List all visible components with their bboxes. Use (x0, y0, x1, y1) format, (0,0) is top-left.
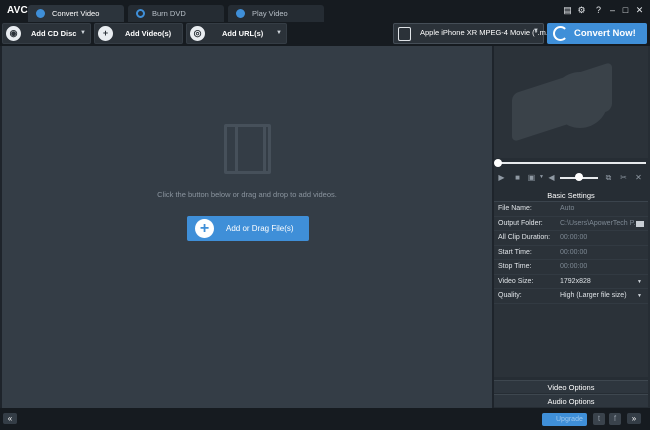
settings-title: Basic Settings (494, 189, 648, 202)
bottom-bar: « Upgrade t f » (0, 408, 650, 430)
tab-label: Burn DVD (152, 9, 186, 18)
maximize-button[interactable]: □ (620, 5, 631, 16)
setting-key: Start Time: (498, 248, 532, 256)
facebook-icon[interactable]: f (609, 413, 621, 425)
minimize-button[interactable]: – (607, 5, 618, 16)
play-icon[interactable]: ▶ (497, 173, 506, 182)
tab-label: Convert Video (52, 9, 100, 18)
tab-burn-dvd[interactable]: Burn DVD (128, 5, 224, 22)
audio-options-button[interactable]: Audio Options (494, 394, 648, 407)
chevron-down-icon[interactable]: ▼ (537, 173, 546, 182)
setting-row-quality[interactable]: Quality: High (Larger file size) ▼ (494, 289, 648, 304)
seek-handle[interactable] (494, 159, 502, 167)
setting-key: Output Folder: (498, 219, 543, 227)
film-icon (224, 124, 271, 174)
convert-icon (36, 9, 45, 18)
gear-icon[interactable]: ⚙ (576, 5, 587, 16)
drop-hint: Click the button below or drag and drop … (157, 190, 337, 199)
stop-icon[interactable]: ■ (513, 173, 522, 182)
seek-slider[interactable] (494, 159, 648, 167)
chevron-down-icon: ▼ (276, 30, 282, 36)
file-drop-area[interactable]: Click the button below or drag and drop … (2, 46, 492, 408)
convert-label: Convert Now! (574, 28, 636, 39)
setting-key: Video Size: (498, 277, 534, 285)
setting-value: 00:00:00 (560, 234, 588, 241)
toolbar: ◉ Add CD Disc ▼ + Add Video(s) ◎ Add URL… (0, 22, 650, 46)
setting-value: 1792x828 (560, 277, 591, 285)
add-files-button[interactable]: + Add or Drag File(s) (187, 216, 309, 241)
tab-label: Play Video (252, 9, 288, 18)
collapse-left-icon[interactable]: « (3, 413, 17, 424)
title-bar: AVC Convert Video Burn DVD Play Video ▤ … (0, 0, 650, 22)
volume-icon[interactable]: ◀ (547, 173, 556, 182)
video-options-button[interactable]: Video Options (494, 380, 648, 393)
add-url-label: Add URL(s) (222, 29, 264, 38)
film-reel-icon (552, 72, 608, 128)
setting-value: 00:00:00 (560, 263, 588, 270)
fullscreen-icon[interactable]: ⧉ (604, 173, 613, 182)
upgrade-button[interactable]: Upgrade (542, 413, 587, 426)
add-videos-label: Add Video(s) (125, 29, 172, 38)
add-cd-button[interactable]: ◉ Add CD Disc ▼ (2, 23, 91, 44)
basic-settings-panel: Basic Settings File Name: Auto Output Fo… (494, 189, 648, 377)
cd-icon: ◉ (6, 26, 21, 41)
snapshot-icon[interactable]: ▣ (527, 173, 536, 182)
setting-row-file-name: File Name: Auto (494, 202, 648, 217)
video-preview (494, 46, 648, 158)
chevron-down-icon[interactable]: ▼ (637, 289, 642, 304)
setting-row-start-time[interactable]: Start Time: 00:00:00 (494, 246, 648, 260)
cut-icon[interactable]: ✂ (619, 173, 628, 182)
output-profile-select[interactable]: Apple iPhone XR MPEG-4 Movie (*.m... ▼ (393, 23, 552, 44)
setting-value: C:\Users\ApowerTech P... (560, 219, 636, 227)
right-panel: ▶ ■ ▣ ▼ ◀ ⧉ ✂ ✕ Basic Settings File Name… (494, 46, 650, 408)
app-logo: AVC (7, 5, 28, 16)
volume-handle[interactable] (575, 173, 583, 181)
setting-key: Quality: (498, 292, 522, 299)
refresh-icon (553, 26, 568, 41)
setting-key: All Clip Duration: (498, 234, 551, 241)
film-add-icon: + (98, 26, 113, 41)
plus-icon: + (195, 219, 214, 238)
add-videos-button[interactable]: + Add Video(s) (94, 23, 183, 44)
add-cd-label: Add CD Disc (31, 29, 77, 38)
setting-key: File Name: (498, 205, 532, 212)
tools-icon[interactable]: ✕ (634, 173, 643, 182)
upgrade-label: Upgrade (556, 416, 583, 423)
disc-icon (136, 9, 145, 18)
setting-row-video-size[interactable]: Video Size: 1792x828 ▼ (494, 275, 648, 290)
chevron-down-icon: ▼ (533, 28, 539, 34)
player-controls: ▶ ■ ▣ ▼ ◀ ⧉ ✂ ✕ (494, 169, 648, 187)
setting-row-stop-time[interactable]: Stop Time: 00:00:00 (494, 260, 648, 275)
setting-value: High (Larger file size) (560, 292, 627, 299)
tab-convert-video[interactable]: Convert Video (28, 5, 124, 22)
chevron-down-icon[interactable]: ▼ (637, 275, 642, 290)
globe-icon: ◎ (190, 26, 205, 41)
setting-row-output-folder[interactable]: Output Folder: C:\Users\ApowerTech P... (494, 217, 648, 231)
expand-right-icon[interactable]: » (627, 413, 641, 424)
tab-play-video[interactable]: Play Video (228, 5, 324, 22)
close-button[interactable]: ✕ (634, 5, 645, 16)
play-icon (236, 9, 245, 18)
chevron-down-icon: ▼ (80, 30, 86, 36)
add-files-label: Add or Drag File(s) (226, 224, 294, 233)
help-icon[interactable]: ? (593, 5, 604, 16)
folder-icon[interactable] (636, 220, 644, 227)
seek-track (498, 162, 646, 164)
setting-value: Auto (560, 205, 575, 212)
setting-value: 00:00:00 (560, 248, 588, 256)
twitter-icon[interactable]: t (593, 413, 605, 425)
setting-row-clip-duration: All Clip Duration: 00:00:00 (494, 231, 648, 246)
add-url-button[interactable]: ◎ Add URL(s) ▼ (186, 23, 287, 44)
convert-now-button[interactable]: Convert Now! (547, 23, 647, 44)
setting-key: Stop Time: (498, 263, 532, 270)
task-icon[interactable]: ▤ (562, 5, 573, 16)
phone-icon (398, 27, 411, 41)
